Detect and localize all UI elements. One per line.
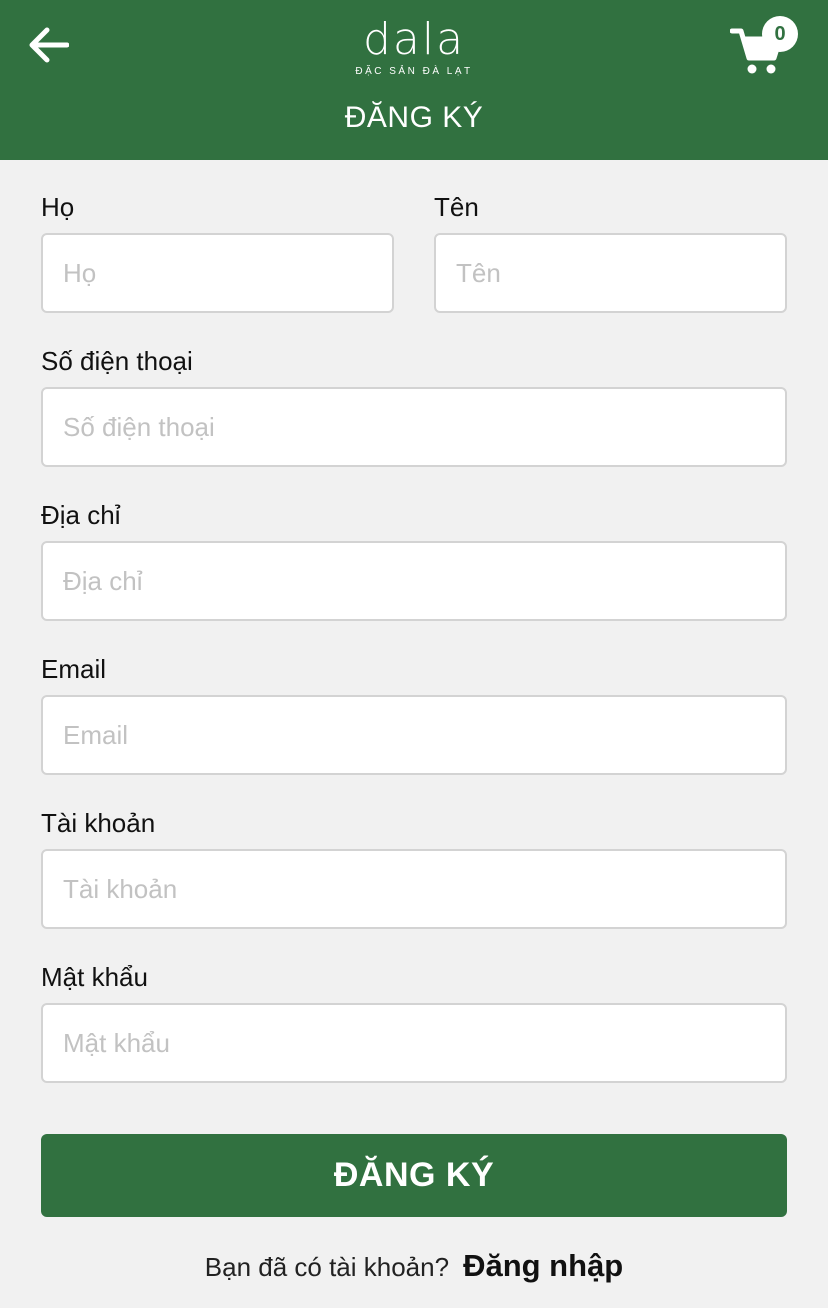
password-label: Mật khẩu — [41, 962, 148, 992]
password-input[interactable] — [41, 1003, 787, 1083]
register-button[interactable]: ĐĂNG KÝ — [41, 1134, 787, 1217]
login-prompt: Bạn đã có tài khoản? Đăng nhập — [0, 1244, 828, 1289]
phone-label: Số điện thoại — [41, 346, 193, 376]
page-title: ĐĂNG KÝ — [344, 101, 484, 134]
login-link[interactable]: Đăng nhập — [463, 1248, 623, 1283]
brand-logo[interactable]: dala ĐẶC SẢN ĐÀ LẠT — [314, 14, 514, 78]
arrow-left-icon — [27, 26, 70, 69]
ho-input[interactable] — [41, 233, 394, 313]
address-label: Địa chỉ — [41, 500, 121, 530]
address-input[interactable] — [41, 541, 787, 621]
have-account-text: Bạn đã có tài khoản? — [204, 1252, 450, 1282]
email-input[interactable] — [41, 695, 787, 775]
ho-label: Họ — [41, 192, 75, 222]
back-button[interactable] — [22, 22, 74, 72]
logo-subtitle: ĐẶC SẢN ĐÀ LẠT — [355, 66, 473, 77]
ten-input[interactable] — [434, 233, 787, 313]
logo-text: dala — [362, 14, 466, 65]
app-header: dala ĐẶC SẢN ĐÀ LẠT ĐĂNG KÝ 0 — [0, 0, 828, 160]
username-label: Tài khoản — [41, 808, 156, 838]
cart-count-badge: 0 — [762, 16, 798, 52]
phone-input[interactable] — [41, 387, 787, 467]
email-label: Email — [41, 654, 107, 684]
username-input[interactable] — [41, 849, 787, 929]
ten-label: Tên — [434, 192, 479, 222]
cart-button[interactable]: 0 — [726, 16, 802, 80]
